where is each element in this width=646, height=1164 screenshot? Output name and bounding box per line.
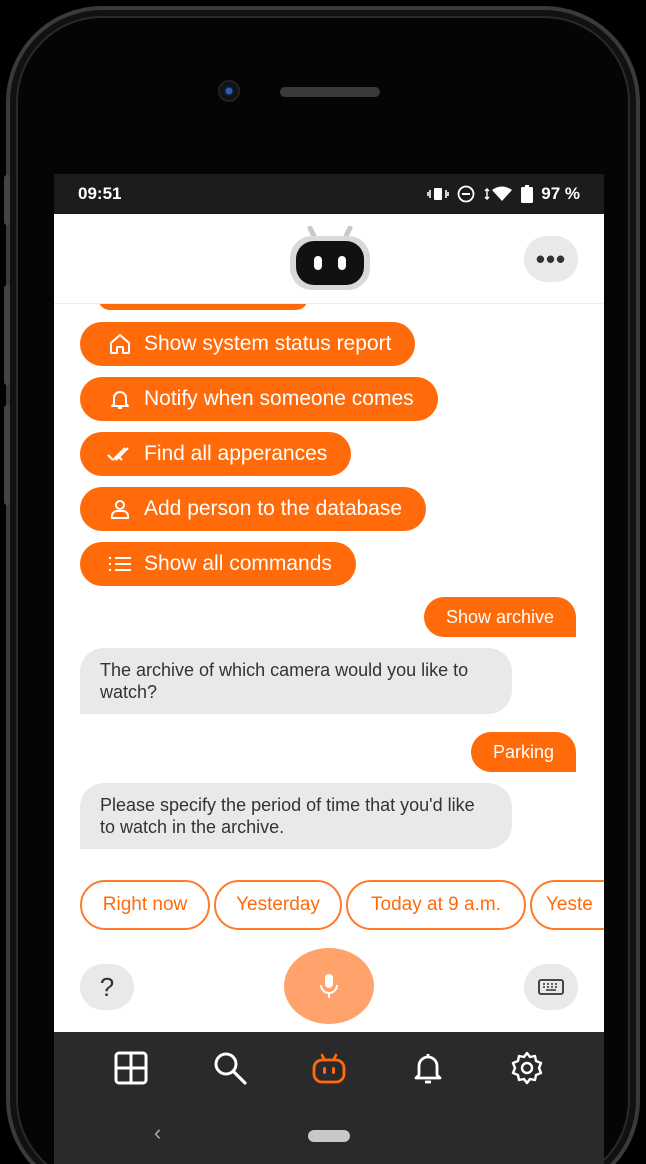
mute-switch xyxy=(4,175,10,225)
status-time: 09:51 xyxy=(78,184,122,203)
tab-bot[interactable] xyxy=(307,1046,351,1090)
chip-label: Yeste xyxy=(546,894,593,915)
chat-header: ••• xyxy=(54,214,604,304)
quick-reply-today-9am[interactable]: Today at 9 a.m. xyxy=(346,880,526,930)
wifi-icon xyxy=(484,186,513,201)
command-add-person[interactable]: Add person to the database xyxy=(80,487,427,531)
list-icon xyxy=(106,550,134,578)
quick-reply-yesterday[interactable]: Yesterday xyxy=(214,880,342,930)
system-navigation-bar: ‹ xyxy=(54,1104,604,1164)
grid-icon xyxy=(114,1051,148,1085)
back-icon[interactable]: ‹ xyxy=(154,1120,161,1146)
tab-grid[interactable] xyxy=(109,1046,153,1090)
chip-label: Yesterday xyxy=(236,894,320,915)
user-message: Parking xyxy=(470,732,576,772)
microphone-icon xyxy=(320,974,338,998)
keyboard-button[interactable] xyxy=(524,964,578,1010)
command-show-status-report[interactable]: Show system status report xyxy=(80,322,416,366)
battery-icon xyxy=(521,185,534,203)
bot-icon xyxy=(312,1053,346,1084)
earpiece-speaker xyxy=(280,87,380,97)
command-label: Find all apperances xyxy=(144,442,328,465)
command-notify-someone-comes[interactable]: Notify when someone comes xyxy=(80,377,438,421)
tab-search[interactable] xyxy=(208,1046,252,1090)
tab-settings[interactable] xyxy=(505,1046,549,1090)
bot-avatar-logo xyxy=(290,226,370,290)
bot-message: The archive of which camera would you li… xyxy=(80,648,512,714)
app-screen: 09:51 97 % ••• Show system status report… xyxy=(54,174,604,1164)
search-icon xyxy=(214,1052,247,1085)
quick-reply-yesterday-partial[interactable]: Yeste xyxy=(530,880,604,930)
front-camera xyxy=(218,80,240,102)
gear-icon xyxy=(511,1051,542,1085)
more-options-button[interactable]: ••• xyxy=(524,236,578,282)
status-bar: 09:51 97 % xyxy=(54,174,604,214)
command-label: Show system status report xyxy=(144,332,392,355)
command-find-appearances[interactable]: Find all apperances xyxy=(80,432,352,476)
more-icon: ••• xyxy=(535,243,567,274)
command-label: Notify when someone comes xyxy=(144,387,414,410)
battery-percent: 97 % xyxy=(541,184,580,203)
chip-label: Today at 9 a.m. xyxy=(371,894,501,915)
command-label: Show all commands xyxy=(144,552,332,575)
double-check-icon xyxy=(106,440,134,468)
keyboard-icon xyxy=(538,979,564,995)
user-message: Show archive xyxy=(423,597,576,637)
help-icon: ? xyxy=(99,971,115,1002)
message-text: Please specify the period of time that y… xyxy=(100,795,475,837)
message-text: Parking xyxy=(492,741,554,762)
home-pill[interactable] xyxy=(308,1130,350,1142)
message-text: Show archive xyxy=(445,606,554,627)
bottom-tab-bar xyxy=(54,1032,604,1104)
bell-icon xyxy=(106,385,134,413)
volume-down-button xyxy=(4,405,10,505)
home-icon xyxy=(106,330,134,358)
tab-notifications[interactable] xyxy=(406,1046,450,1090)
cut-off-command-button[interactable] xyxy=(98,304,308,310)
volume-up-button xyxy=(4,285,10,385)
bot-message: Please specify the period of time that y… xyxy=(80,783,512,849)
command-show-all-commands[interactable]: Show all commands xyxy=(80,542,356,586)
command-label: Add person to the database xyxy=(144,497,403,520)
chip-label: Right now xyxy=(102,894,188,915)
status-icons: 97 % xyxy=(427,184,580,204)
vibrate-icon xyxy=(427,188,450,200)
message-text: The archive of which camera would you li… xyxy=(100,660,469,702)
do-not-disturb-icon xyxy=(457,185,475,203)
help-button[interactable]: ? xyxy=(80,964,134,1010)
quick-reply-right-now[interactable]: Right now xyxy=(80,880,210,930)
bell-icon xyxy=(414,1054,442,1084)
microphone-button[interactable] xyxy=(284,948,374,1024)
person-icon xyxy=(106,495,134,523)
